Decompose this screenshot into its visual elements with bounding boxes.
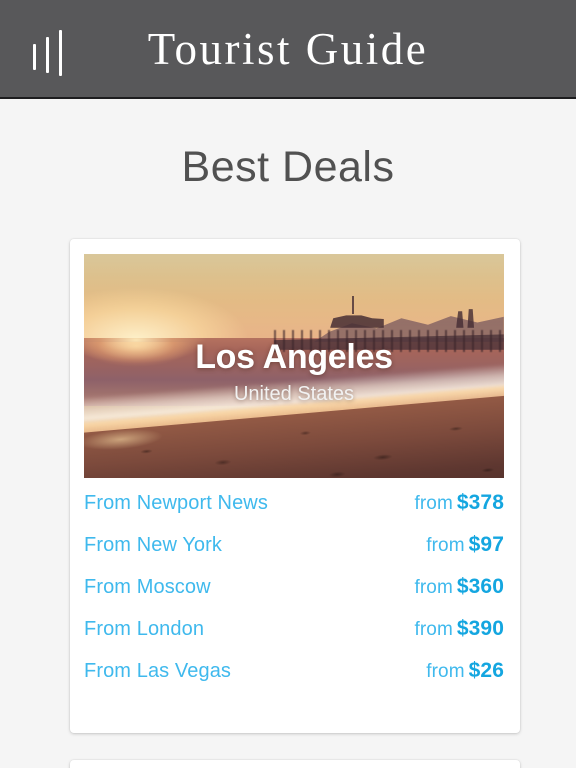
deal-card[interactable]: Los Angeles United States From Newport N… [70, 239, 520, 733]
page-title: Best Deals [181, 143, 395, 191]
deal-origin-label: From Las Vegas [84, 660, 232, 682]
deal-photo-caption: Los Angeles United States [84, 254, 504, 478]
deal-from-label: from [414, 619, 453, 640]
deal-origin-label: From Newport News [84, 492, 268, 514]
deal-from-label: from [414, 577, 453, 598]
deal-origin-label: From London [84, 618, 205, 640]
deal-photo: Los Angeles United States [84, 254, 504, 478]
deal-price: from $390 [414, 617, 504, 641]
deal-origin-list: From Newport News from $378 From New York… [84, 491, 504, 701]
deal-country-name: United States [233, 382, 355, 405]
app-title: Tourist Guide [147, 24, 429, 74]
deal-price-amount: $360 [456, 575, 504, 598]
deal-price: from $360 [414, 575, 504, 599]
deal-price: from $97 [426, 533, 504, 557]
deal-price-amount: $378 [456, 491, 504, 514]
list-item[interactable]: From New York from $97 [84, 533, 504, 575]
deal-price: from $26 [426, 659, 504, 683]
deal-city-name: Los Angeles [195, 337, 393, 376]
deal-from-label: from [426, 535, 465, 556]
deal-price-amount: $97 [468, 533, 504, 556]
deal-from-label: from [414, 493, 453, 514]
deal-card-next[interactable] [70, 760, 520, 768]
deal-price-amount: $26 [468, 659, 504, 682]
deal-origin-label: From New York [84, 534, 223, 556]
app-root: Tourist Guide Best Deals Los Angeles Uni… [0, 0, 576, 768]
list-item[interactable]: From Moscow from $360 [84, 575, 504, 617]
deal-price-amount: $390 [456, 617, 504, 640]
deal-from-label: from [426, 661, 465, 682]
list-item[interactable]: From London from $390 [84, 617, 504, 659]
deal-origin-label: From Moscow [84, 576, 211, 598]
deal-price: from $378 [414, 491, 504, 515]
app-header: Tourist Guide [0, 0, 576, 99]
list-item[interactable]: From Newport News from $378 [84, 491, 504, 533]
list-item[interactable]: From Las Vegas from $26 [84, 659, 504, 701]
